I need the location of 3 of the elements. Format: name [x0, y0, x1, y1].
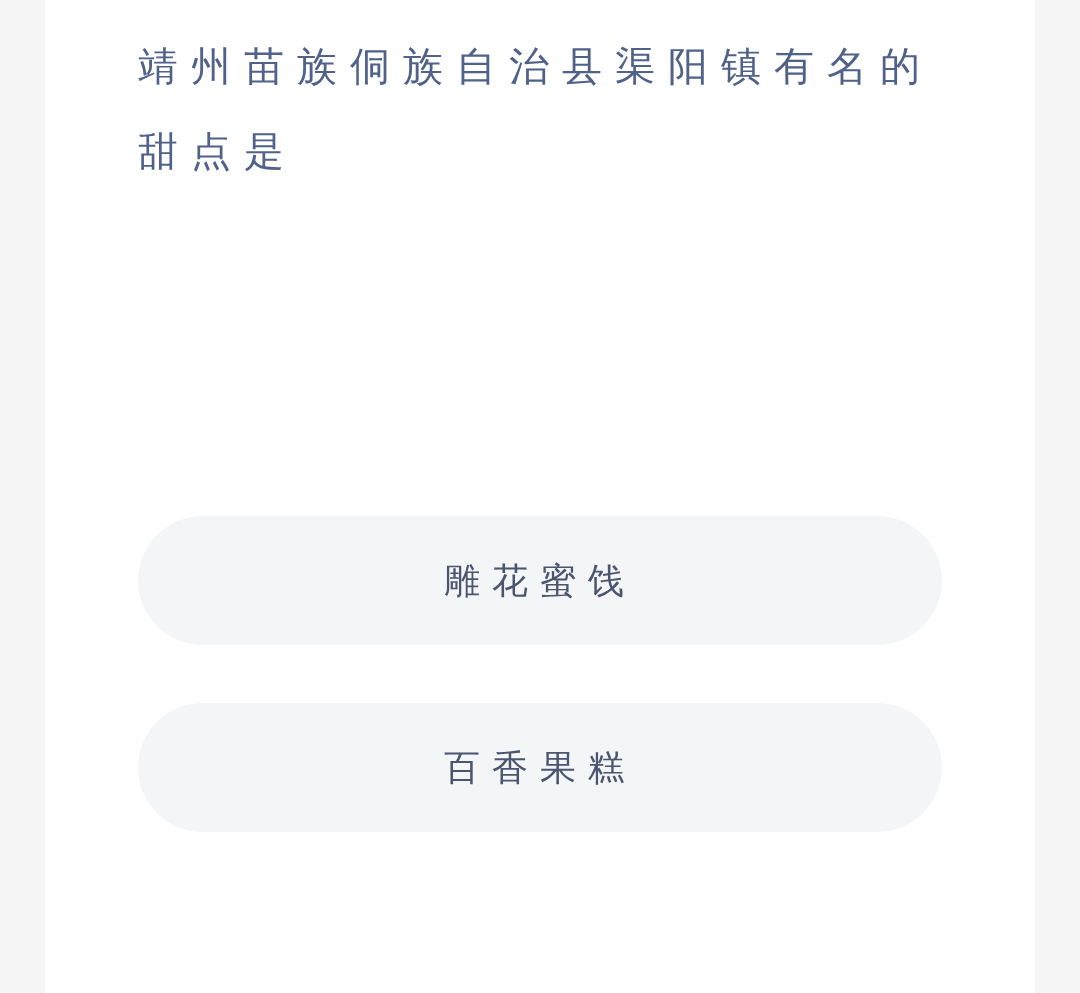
answer-option[interactable]: 百香果糕: [138, 703, 942, 832]
answer-option[interactable]: 雕花蜜饯: [138, 516, 942, 645]
question-text: 靖州苗族侗族自治县渠阳镇有名的甜点是: [138, 42, 934, 176]
